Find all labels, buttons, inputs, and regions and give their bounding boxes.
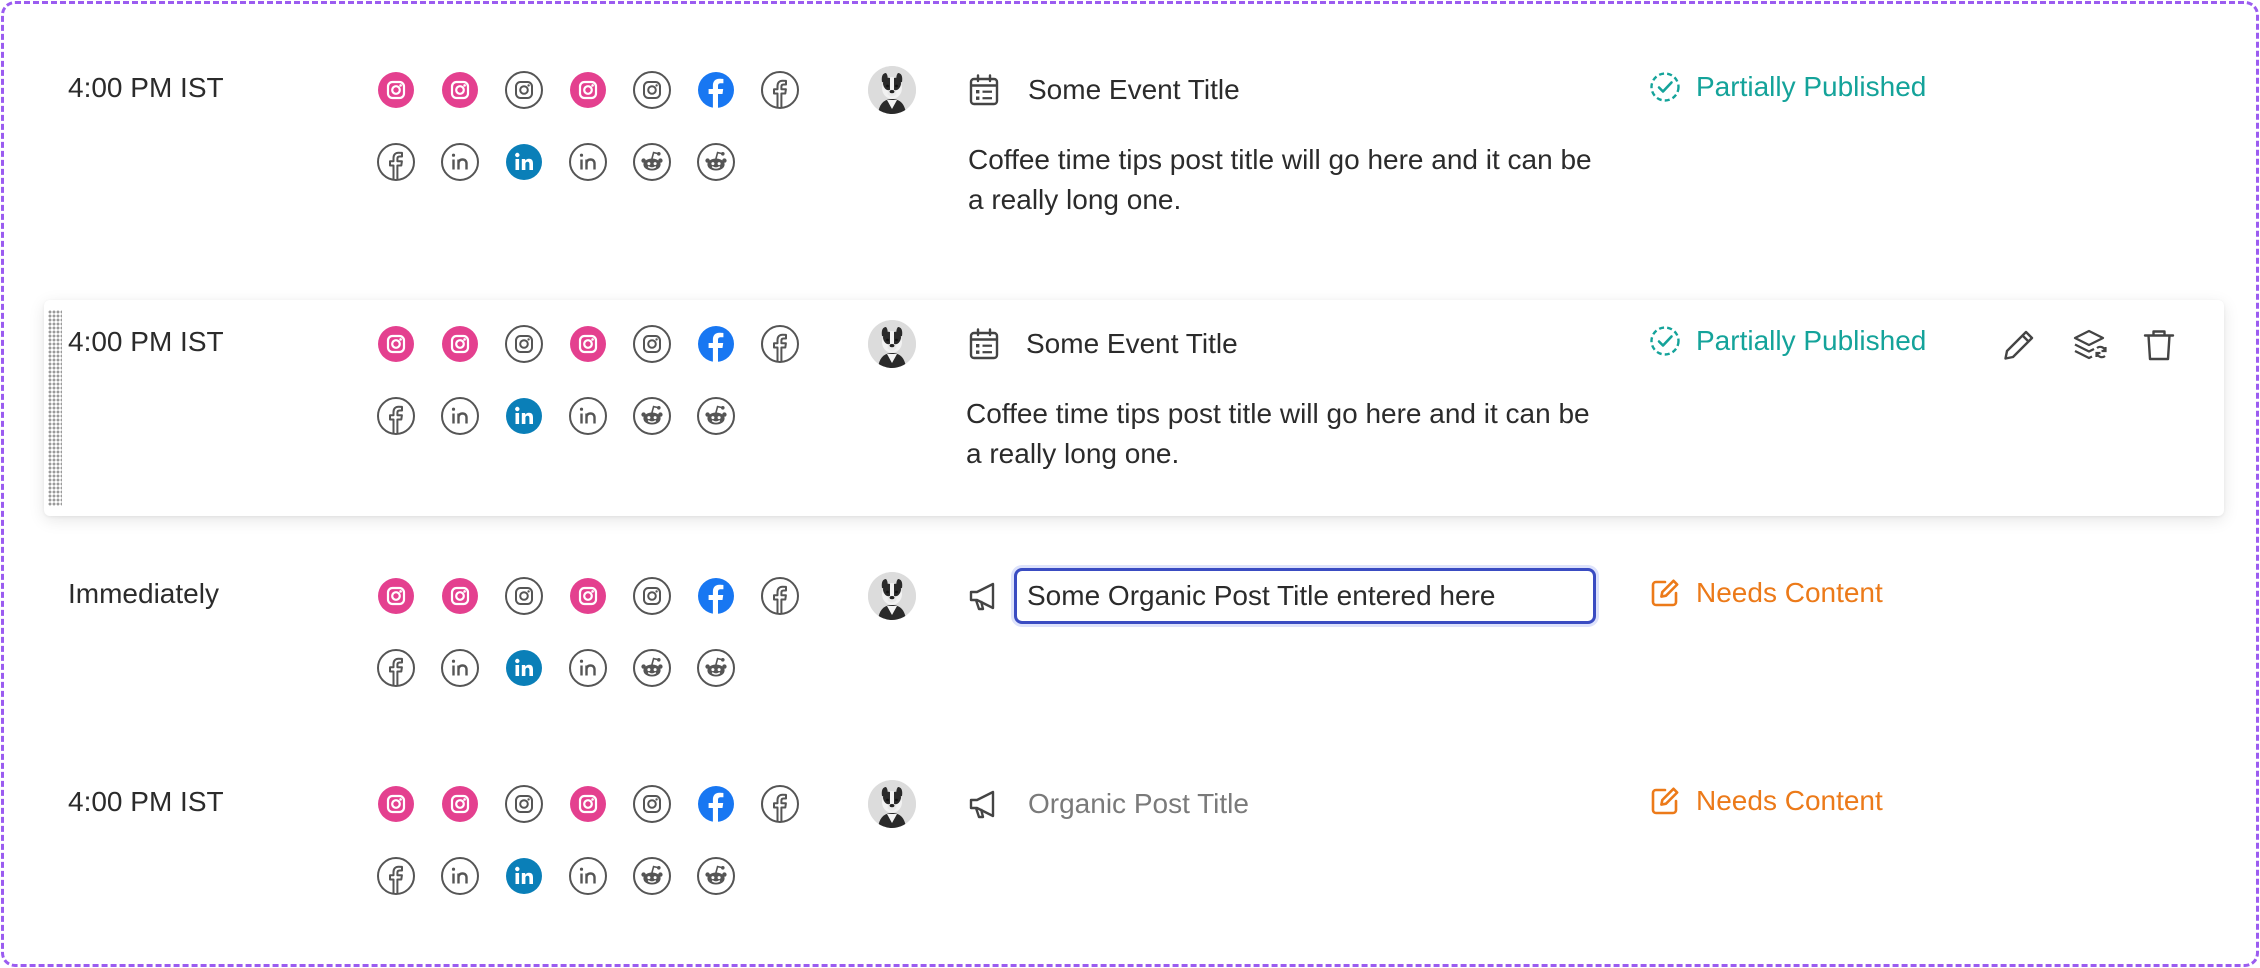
schedule-frame: 4:00 PM IST Some Event Title Coffee time… [1, 1, 2259, 967]
dashed-check-circle-icon [1648, 70, 1682, 104]
reddit-outline-icon[interactable] [694, 140, 738, 184]
reddit-outline-icon[interactable] [694, 646, 738, 690]
post-description: Coffee time tips post title will go here… [966, 398, 1590, 469]
linkedin-icon[interactable] [502, 646, 546, 690]
linkedin-outline-icon[interactable] [438, 854, 482, 898]
facebook-icon[interactable] [694, 322, 738, 366]
trash-icon[interactable] [2140, 326, 2178, 364]
linkedin-outline-icon[interactable] [438, 140, 482, 184]
post-row[interactable]: 4:00 PM IST Some Event Title Coffee time… [44, 22, 2224, 262]
row-actions [2000, 326, 2178, 364]
facebook-outline-icon[interactable] [374, 854, 418, 898]
instagram-outline-icon[interactable] [630, 782, 674, 826]
instagram-icon[interactable] [438, 782, 482, 826]
instagram-icon[interactable] [374, 574, 418, 618]
reddit-outline-icon[interactable] [630, 394, 674, 438]
status-label: Partially Published [1696, 71, 1927, 102]
instagram-outline-icon[interactable] [502, 574, 546, 618]
social-accounts [374, 68, 814, 184]
post-time: 4:00 PM IST [68, 326, 224, 357]
linkedin-outline-icon[interactable] [566, 854, 610, 898]
linkedin-outline-icon[interactable] [566, 646, 610, 690]
facebook-outline-icon[interactable] [758, 322, 802, 366]
post-title[interactable]: Organic Post Title [1028, 788, 1249, 820]
facebook-outline-icon[interactable] [374, 140, 418, 184]
edit-square-icon [1648, 784, 1682, 818]
facebook-outline-icon[interactable] [374, 394, 418, 438]
avatar[interactable] [868, 780, 916, 828]
megaphone-icon [966, 786, 1002, 822]
instagram-icon[interactable] [566, 322, 610, 366]
reddit-outline-icon[interactable] [630, 854, 674, 898]
instagram-icon[interactable] [374, 68, 418, 112]
post-row[interactable]: 4:00 PM IST Organic Post Title Needs Con… [44, 762, 2224, 932]
status-badge[interactable]: Needs Content [1648, 784, 1883, 818]
facebook-icon[interactable] [694, 782, 738, 826]
post-time: Immediately [68, 578, 219, 609]
reddit-outline-icon[interactable] [694, 854, 738, 898]
instagram-icon[interactable] [374, 322, 418, 366]
instagram-icon[interactable] [438, 68, 482, 112]
post-description: Coffee time tips post title will go here… [968, 144, 1592, 215]
instagram-icon[interactable] [566, 574, 610, 618]
instagram-outline-icon[interactable] [630, 322, 674, 366]
instagram-outline-icon[interactable] [502, 68, 546, 112]
instagram-icon[interactable] [566, 68, 610, 112]
social-accounts [374, 782, 814, 898]
pencil-icon[interactable] [2000, 326, 2038, 364]
avatar[interactable] [868, 66, 916, 114]
post-title[interactable]: Some Event Title [1028, 74, 1240, 106]
post-time: 4:00 PM IST [68, 72, 224, 103]
calendar-icon [966, 72, 1002, 108]
status-label: Needs Content [1696, 577, 1883, 608]
facebook-outline-icon[interactable] [758, 782, 802, 826]
reddit-outline-icon[interactable] [630, 140, 674, 184]
post-title-input[interactable] [1014, 568, 1596, 624]
megaphone-icon [966, 578, 1002, 614]
dashed-check-circle-icon [1648, 324, 1682, 358]
facebook-icon[interactable] [694, 68, 738, 112]
social-accounts [374, 322, 814, 438]
reddit-outline-icon[interactable] [630, 646, 674, 690]
edit-square-icon [1648, 576, 1682, 610]
post-time: 4:00 PM IST [68, 786, 224, 817]
linkedin-icon[interactable] [502, 854, 546, 898]
status-label: Partially Published [1696, 325, 1927, 356]
instagram-icon[interactable] [438, 322, 482, 366]
status-badge[interactable]: Needs Content [1648, 576, 1883, 610]
instagram-icon[interactable] [438, 574, 482, 618]
drag-handle-icon[interactable] [48, 310, 62, 506]
facebook-outline-icon[interactable] [758, 68, 802, 112]
instagram-icon[interactable] [374, 782, 418, 826]
post-row-hovered[interactable]: 4:00 PM IST Some Event Title Coffee time… [44, 300, 2224, 516]
facebook-outline-icon[interactable] [758, 574, 802, 618]
post-title[interactable]: Some Event Title [1026, 328, 1238, 360]
reddit-outline-icon[interactable] [694, 394, 738, 438]
post-row[interactable]: Immediately Some Organic Post Title ente… [44, 554, 2224, 724]
linkedin-outline-icon[interactable] [438, 646, 482, 690]
linkedin-outline-icon[interactable] [566, 394, 610, 438]
instagram-outline-icon[interactable] [630, 574, 674, 618]
instagram-icon[interactable] [566, 782, 610, 826]
instagram-outline-icon[interactable] [502, 782, 546, 826]
status-label: Needs Content [1696, 785, 1883, 816]
status-badge[interactable]: Partially Published [1648, 70, 1926, 104]
linkedin-icon[interactable] [502, 394, 546, 438]
instagram-outline-icon[interactable] [502, 322, 546, 366]
linkedin-outline-icon[interactable] [566, 140, 610, 184]
social-accounts [374, 574, 814, 690]
status-badge[interactable]: Partially Published [1648, 324, 1926, 358]
calendar-icon [966, 326, 1002, 362]
linkedin-outline-icon[interactable] [438, 394, 482, 438]
instagram-outline-icon[interactable] [630, 68, 674, 112]
linkedin-icon[interactable] [502, 140, 546, 184]
facebook-icon[interactable] [694, 574, 738, 618]
avatar[interactable] [868, 320, 916, 368]
layers-sync-icon[interactable] [2070, 326, 2108, 364]
avatar[interactable] [868, 572, 916, 620]
facebook-outline-icon[interactable] [374, 646, 418, 690]
